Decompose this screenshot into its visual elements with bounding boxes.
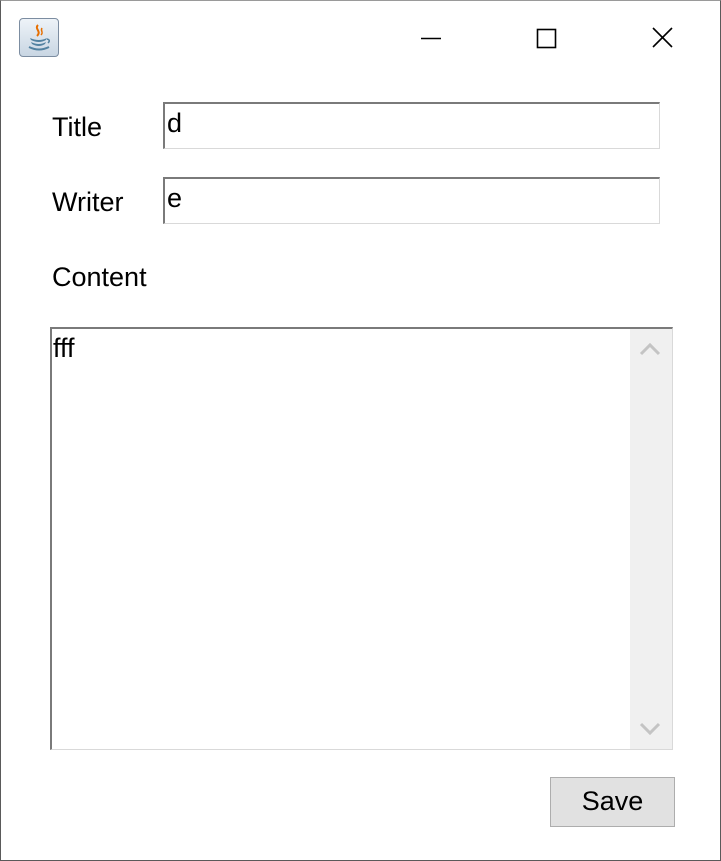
save-button[interactable]: Save bbox=[550, 777, 675, 827]
scroll-down-button[interactable] bbox=[630, 709, 672, 749]
minimize-icon bbox=[421, 37, 441, 40]
content-textarea-container: fff bbox=[50, 327, 673, 750]
content-textarea[interactable]: fff bbox=[52, 329, 632, 749]
minimize-button[interactable] bbox=[408, 15, 454, 61]
writer-label: Writer bbox=[52, 187, 124, 217]
content-label: Content bbox=[52, 262, 147, 292]
title-bar[interactable] bbox=[1, 1, 720, 76]
title-label: Title bbox=[52, 112, 103, 142]
writer-input[interactable]: e bbox=[163, 177, 660, 224]
scroll-up-button[interactable] bbox=[630, 329, 672, 369]
maximize-icon bbox=[536, 28, 557, 49]
chevron-down-icon bbox=[639, 722, 661, 736]
title-input[interactable]: d bbox=[163, 102, 660, 149]
close-button[interactable] bbox=[639, 15, 685, 61]
chevron-up-icon bbox=[639, 342, 661, 356]
maximize-button[interactable] bbox=[523, 15, 569, 61]
vertical-scrollbar[interactable] bbox=[630, 329, 672, 749]
close-icon bbox=[652, 27, 673, 48]
java-cup-icon[interactable] bbox=[19, 18, 59, 57]
app-window: Title d Writer e Content fff Save bbox=[0, 0, 721, 861]
